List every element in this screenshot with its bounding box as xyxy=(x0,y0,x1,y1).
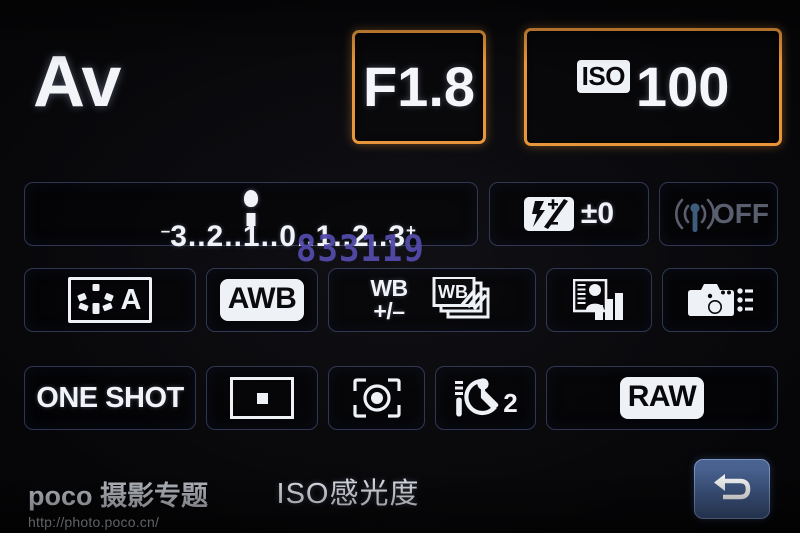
selected-item-caption-text: ISO感光度 xyxy=(276,478,420,510)
image-quality-label: RAW xyxy=(619,377,705,419)
evaluative-metering-icon xyxy=(352,378,401,418)
flash-exposure-compensation-cell[interactable]: ±0 xyxy=(489,182,649,246)
picture-style-cell[interactable]: A xyxy=(24,268,196,332)
camera-settings-icon xyxy=(687,281,753,319)
self-timer-seconds: 2 xyxy=(503,387,518,418)
af-point-center-dot xyxy=(256,392,268,404)
wireless-settings-cell[interactable]: OFF xyxy=(659,182,778,246)
camera-lcd-quick-control-screen: Av F1.8 ISO 100 –3..2..1..0..1..2..3+ ±0… xyxy=(0,0,800,533)
iso-inner: ISO 100 xyxy=(576,55,730,118)
custom-controls-cell[interactable] xyxy=(662,268,778,332)
wireless-status-label: OFF xyxy=(713,198,769,229)
af-mode-cell[interactable]: ONE SHOT xyxy=(24,366,196,430)
drive-mode-inner: 2 xyxy=(453,377,518,419)
wb-shift-bracket-inner: WB +/– WB xyxy=(370,277,493,323)
white-balance-shift-bracket-cell[interactable]: WB +/– WB xyxy=(328,268,536,332)
iso-value-box[interactable]: ISO 100 xyxy=(524,28,782,146)
auto-lighting-optimizer-icon xyxy=(573,279,625,321)
wb-shift-line2: +/– xyxy=(373,298,405,324)
poco-watermark: poco 摄影专题 http://photo.poco.cn/ xyxy=(28,481,208,530)
af-mode-label: ONE SHOT xyxy=(36,381,184,414)
picture-style-value: A xyxy=(120,283,142,316)
iso-label-tag: ISO xyxy=(576,59,630,93)
watermark-brand: poco 摄影专题 xyxy=(28,481,208,511)
return-button[interactable] xyxy=(694,459,770,519)
watermark-url: http://photo.poco.cn/ xyxy=(28,514,160,530)
shooting-mode-label: Av xyxy=(33,42,121,122)
drive-mode-cell[interactable]: 2 xyxy=(435,366,536,430)
self-timer-icon xyxy=(453,377,505,419)
auto-lighting-optimizer-cell[interactable] xyxy=(546,268,652,332)
return-arrow-icon xyxy=(710,472,754,506)
white-balance-mode-label: AWB xyxy=(219,279,305,321)
flash-exposure-compensation-icon xyxy=(523,197,574,231)
svg-text:WB: WB xyxy=(438,282,468,302)
exposure-minus-sign: – xyxy=(160,221,171,240)
picture-style-inner: A xyxy=(67,277,153,323)
white-balance-cell[interactable]: AWB xyxy=(206,268,318,332)
wb-shift-label: WB +/– xyxy=(370,277,408,324)
aperture-value: F1.8 xyxy=(362,55,476,118)
aperture-value-box[interactable]: F1.8 xyxy=(352,30,486,144)
iso-value: 100 xyxy=(635,55,730,118)
image-quality-cell[interactable]: RAW xyxy=(546,366,778,430)
wireless-inner: OFF xyxy=(668,191,769,237)
flash-comp-inner: ±0 xyxy=(523,197,615,231)
digit-watermark: 833119 xyxy=(296,227,425,271)
af-point-selection-cell[interactable] xyxy=(206,366,318,430)
wb-bracketing-icon: WB xyxy=(432,277,494,323)
exposure-pointer-icon xyxy=(244,190,258,207)
picture-style-icon xyxy=(77,283,115,317)
af-point-selection-icon xyxy=(230,377,294,419)
flash-exposure-compensation-value: ±0 xyxy=(580,197,615,230)
metering-mode-cell[interactable] xyxy=(328,366,425,430)
exposure-pointer-stem xyxy=(246,213,256,226)
